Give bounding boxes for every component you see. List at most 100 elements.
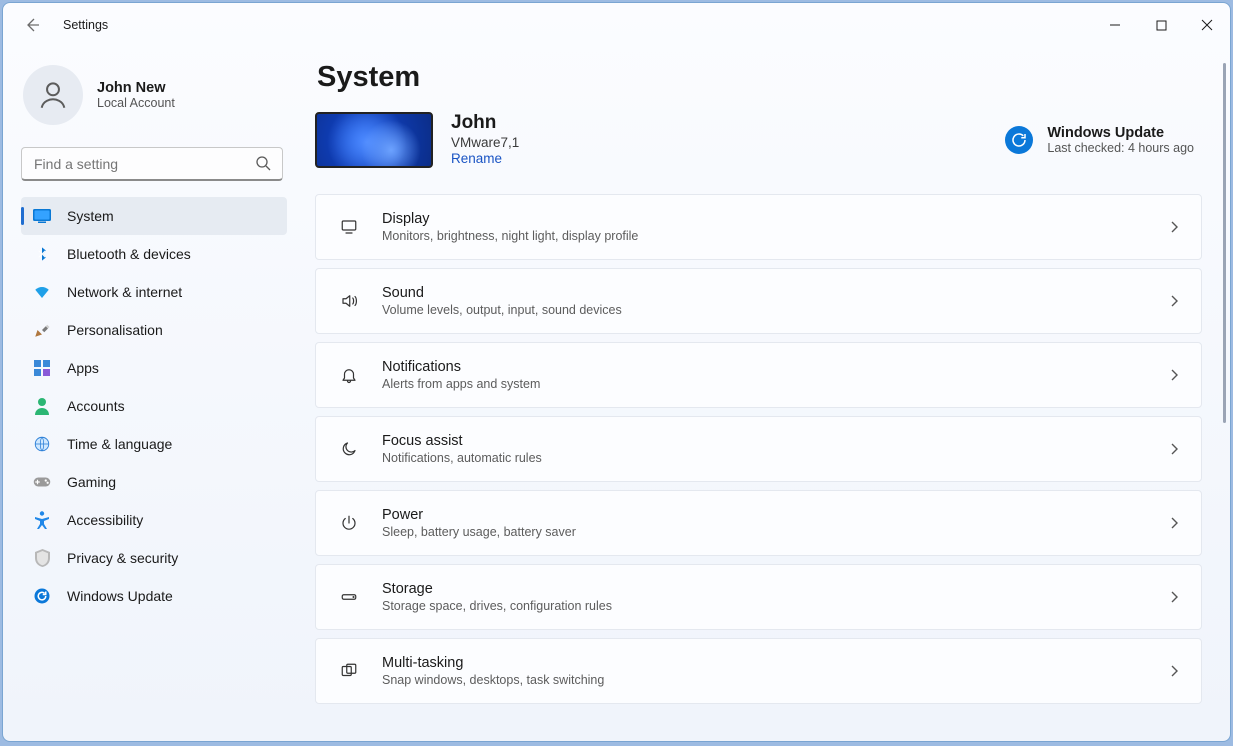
card-title: Notifications	[382, 359, 1147, 375]
sidebar-item-personalisation[interactable]: Personalisation	[21, 311, 287, 349]
user-name: John New	[97, 80, 175, 96]
chevron-right-icon	[1167, 590, 1181, 604]
power-icon	[336, 514, 362, 532]
sound-icon	[336, 292, 362, 310]
sidebar-item-label: Time & language	[67, 436, 172, 452]
bell-icon	[336, 366, 362, 384]
personalisation-icon	[33, 321, 51, 339]
sidebar-item-gaming[interactable]: Gaming	[21, 463, 287, 501]
sidebar-item-system[interactable]: System	[21, 197, 287, 235]
sidebar-item-label: Accounts	[67, 398, 125, 414]
card-notifications[interactable]: Notifications Alerts from apps and system	[315, 342, 1202, 408]
device-name: John	[451, 112, 519, 135]
apps-icon	[33, 360, 51, 376]
close-icon	[1201, 19, 1213, 31]
sidebar-item-label: Network & internet	[67, 284, 182, 300]
app-title: Settings	[63, 18, 108, 32]
title-bar: Settings	[3, 3, 1230, 47]
user-card[interactable]: John New Local Account	[9, 61, 295, 139]
sidebar-item-accessibility[interactable]: Accessibility	[21, 501, 287, 539]
scrollbar[interactable]	[1223, 63, 1226, 423]
card-subtitle: Notifications, automatic rules	[382, 451, 1147, 465]
arrow-left-icon	[24, 17, 40, 33]
card-title: Focus assist	[382, 433, 1147, 449]
main-content: System John VMware7,1 Rename Windows U	[309, 47, 1230, 741]
device-row: John VMware7,1 Rename Windows Update Las…	[315, 112, 1202, 168]
windows-update-status[interactable]: Windows Update Last checked: 4 hours ago	[1005, 125, 1202, 155]
moon-icon	[336, 440, 362, 458]
sidebar-item-accounts[interactable]: Accounts	[21, 387, 287, 425]
search-box	[21, 147, 283, 181]
avatar	[23, 65, 83, 125]
sidebar-item-label: Gaming	[67, 474, 116, 490]
page-title: System	[317, 61, 1202, 94]
update-icon	[33, 587, 51, 605]
chevron-right-icon	[1167, 294, 1181, 308]
privacy-icon	[33, 549, 51, 567]
update-title: Windows Update	[1047, 125, 1194, 141]
sidebar-item-privacy-security[interactable]: Privacy & security	[21, 539, 287, 577]
settings-window: Settings John New Local Account	[2, 2, 1231, 742]
card-title: Power	[382, 507, 1147, 523]
card-focus-assist[interactable]: Focus assist Notifications, automatic rul…	[315, 416, 1202, 482]
sidebar-item-label: Bluetooth & devices	[67, 246, 191, 262]
minimize-icon	[1109, 19, 1121, 31]
device-thumbnail[interactable]	[315, 112, 433, 168]
card-sound[interactable]: Sound Volume levels, output, input, sound…	[315, 268, 1202, 334]
system-icon	[33, 209, 51, 223]
maximize-icon	[1156, 20, 1167, 31]
sidebar: John New Local Account System Bluetooth &…	[3, 47, 309, 741]
bluetooth-icon	[33, 246, 51, 262]
card-title: Multi-tasking	[382, 655, 1147, 671]
gaming-icon	[33, 475, 51, 489]
sidebar-item-network-internet[interactable]: Network & internet	[21, 273, 287, 311]
card-subtitle: Alerts from apps and system	[382, 377, 1147, 391]
accounts-icon	[33, 397, 51, 415]
sidebar-item-label: Windows Update	[67, 588, 173, 604]
chevron-right-icon	[1167, 516, 1181, 530]
accessibility-icon	[33, 511, 51, 529]
chevron-right-icon	[1167, 664, 1181, 678]
card-subtitle: Storage space, drives, configuration rul…	[382, 599, 1147, 613]
wifi-icon	[33, 284, 51, 300]
sidebar-item-label: Accessibility	[67, 512, 143, 528]
person-icon	[36, 78, 70, 112]
rename-link[interactable]: Rename	[451, 151, 502, 166]
card-multi-tasking[interactable]: Multi-tasking Snap windows, desktops, tas…	[315, 638, 1202, 704]
card-storage[interactable]: Storage Storage space, drives, configurat…	[315, 564, 1202, 630]
sidebar-item-label: Privacy & security	[67, 550, 178, 566]
sidebar-item-windows-update[interactable]: Windows Update	[21, 577, 287, 615]
time-language-icon	[33, 435, 51, 453]
sidebar-item-label: Personalisation	[67, 322, 163, 338]
card-title: Sound	[382, 285, 1147, 301]
display-icon	[336, 218, 362, 236]
sidebar-item-bluetooth-devices[interactable]: Bluetooth & devices	[21, 235, 287, 273]
storage-icon	[336, 588, 362, 606]
device-model: VMware7,1	[451, 135, 519, 150]
maximize-button[interactable]	[1138, 9, 1184, 41]
card-subtitle: Snap windows, desktops, task switching	[382, 673, 1147, 687]
sidebar-nav: System Bluetooth & devices Network & inter…	[9, 197, 295, 615]
update-status-icon	[1005, 126, 1033, 154]
sidebar-item-label: System	[67, 208, 114, 224]
card-subtitle: Volume levels, output, input, sound devi…	[382, 303, 1147, 317]
chevron-right-icon	[1167, 442, 1181, 456]
card-power[interactable]: PowerSleep, battery usage, battery saver	[315, 490, 1202, 556]
multitask-icon	[336, 662, 362, 680]
settings-cards: Display Monitors, brightness, night light…	[315, 194, 1202, 724]
card-subtitle: Monitors, brightness, night light, displ…	[382, 229, 1147, 243]
search-icon	[255, 155, 271, 171]
sidebar-item-apps[interactable]: Apps	[21, 349, 287, 387]
minimize-button[interactable]	[1092, 9, 1138, 41]
close-button[interactable]	[1184, 9, 1230, 41]
card-title: Storage	[382, 581, 1147, 597]
back-button[interactable]	[21, 14, 43, 36]
window-controls	[1092, 9, 1230, 41]
sidebar-item-time-language[interactable]: Time & language	[21, 425, 287, 463]
chevron-right-icon	[1167, 368, 1181, 382]
card-title: Display	[382, 211, 1147, 227]
sidebar-item-label: Apps	[67, 360, 99, 376]
search-input[interactable]	[21, 147, 283, 181]
user-subtitle: Local Account	[97, 96, 175, 110]
card-display[interactable]: Display Monitors, brightness, night light…	[315, 194, 1202, 260]
